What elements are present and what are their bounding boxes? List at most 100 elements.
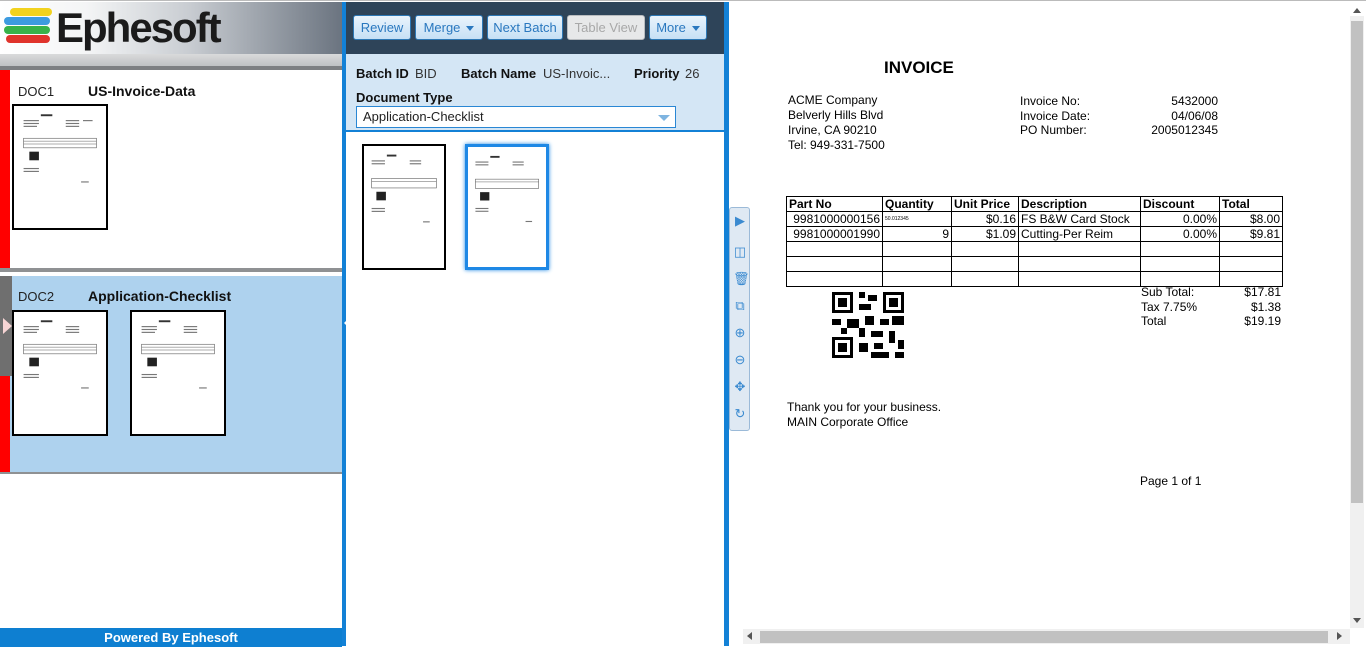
table-cell: 0.00% xyxy=(1140,211,1220,227)
page-thumbnail[interactable] xyxy=(12,310,108,436)
doc-flag xyxy=(0,70,10,268)
doc-name: Application-Checklist xyxy=(88,288,232,304)
invoice-line-items-table: Part No Quantity Unit Price Description … xyxy=(786,196,1283,287)
page-number: Page 1 of 1 xyxy=(1140,474,1202,488)
batch-name-label: Batch Name xyxy=(461,66,537,81)
scroll-right-icon[interactable] xyxy=(1337,632,1342,640)
table-cell: 50.012345 xyxy=(882,211,952,227)
table-row xyxy=(786,271,1283,287)
table-cell: $9.81 xyxy=(1219,226,1283,242)
priority-value: 26 xyxy=(685,66,700,81)
column-header: Total xyxy=(1219,196,1283,212)
invoice-thumbnail-image xyxy=(475,155,539,223)
review-button[interactable]: Review xyxy=(353,15,411,40)
office-text: MAIN Corporate Office xyxy=(787,415,909,429)
document-type-label: Document Type xyxy=(356,90,453,105)
document-tree-panel: Ephesoft DOC1 US-Invoice-Data DOC2 Appli… xyxy=(0,2,342,647)
company-line: ACME Company xyxy=(788,93,878,107)
page-thumbnail[interactable] xyxy=(362,144,446,270)
table-row xyxy=(786,241,1283,257)
thanks-text: Thank you for your business. xyxy=(787,400,942,414)
trash-icon[interactable]: 🗑 xyxy=(733,272,750,286)
invoice-thumbnail-image xyxy=(371,154,437,223)
company-line: Irvine, CA 90210 xyxy=(788,123,877,137)
column-header: Part No xyxy=(786,196,883,212)
qr-code-icon xyxy=(832,292,904,358)
invoice-meta-label: Invoice No: xyxy=(1020,94,1081,108)
table-header-row: Part No Quantity Unit Price Description … xyxy=(786,196,1283,212)
toolbar: Review Merge Next Batch Table View More xyxy=(346,2,724,54)
invoice-meta-value: 2005012345 xyxy=(1151,123,1218,137)
invoice-thumbnail-image xyxy=(23,114,97,183)
logo-icon xyxy=(4,8,52,48)
chevron-down-icon xyxy=(466,26,475,32)
invoice-meta-value: 5432000 xyxy=(1171,94,1218,108)
chevron-down-icon xyxy=(691,26,700,32)
next-batch-button[interactable]: Next Batch xyxy=(487,15,563,40)
page-thumbnail[interactable] xyxy=(130,310,226,436)
scroll-up-icon[interactable] xyxy=(1353,8,1361,13)
column-header: Unit Price xyxy=(951,196,1019,212)
batch-id-label: Batch ID xyxy=(356,66,409,81)
play-icon[interactable]: ▶ xyxy=(733,214,747,228)
review-label: Review xyxy=(360,20,404,35)
merge-button[interactable]: Merge xyxy=(415,15,483,40)
document-item-doc1[interactable]: DOC1 US-Invoice-Data xyxy=(0,70,342,272)
doc-id: DOC2 xyxy=(18,289,55,304)
totals-value: $19.19 xyxy=(1244,314,1281,328)
merge-label: Merge xyxy=(423,20,461,35)
totals-label: Sub Total: xyxy=(1141,285,1195,299)
table-cell: $1.09 xyxy=(951,226,1019,242)
batch-info: Batch ID BID Batch Name US-Invoic... Pri… xyxy=(346,54,724,132)
column-header: Quantity xyxy=(882,196,952,212)
table-cell: Cutting-Per Reim xyxy=(1018,226,1141,242)
zoom-in-icon[interactable]: ⊕ xyxy=(733,326,747,340)
table-view-button[interactable]: Table View xyxy=(567,15,645,40)
totals-label: Tax 7.75% xyxy=(1141,300,1198,314)
invoice-title: INVOICE xyxy=(884,58,954,77)
document-item-doc2[interactable]: DOC2 Application-Checklist xyxy=(0,276,342,474)
column-header: Description xyxy=(1018,196,1141,212)
priority-label: Priority xyxy=(634,66,680,81)
invoice-thumbnail-image xyxy=(23,320,97,389)
table-cell: 9 xyxy=(882,226,952,242)
move-icon[interactable]: ✥ xyxy=(733,380,747,394)
logo-text: Ephesoft xyxy=(56,4,222,51)
logo-bar: Ephesoft xyxy=(0,2,342,54)
next-batch-label: Next Batch xyxy=(493,20,557,35)
document-type-select[interactable]: Application-Checklist xyxy=(356,106,676,128)
copy-icon[interactable]: ⧉ xyxy=(733,299,747,313)
split-icon[interactable]: ◫ xyxy=(733,245,747,259)
selected-indicator-icon xyxy=(0,276,12,376)
horizontal-scrollbar-thumb[interactable] xyxy=(760,631,1328,643)
totals-value: $1.38 xyxy=(1250,300,1281,314)
powered-by-footer: Powered By Ephesoft xyxy=(0,628,342,647)
table-cell: 9981000000156 xyxy=(786,211,883,227)
batch-id-value: BID xyxy=(415,66,437,81)
page-thumbnail[interactable] xyxy=(12,104,108,230)
batch-panel: Review Merge Next Batch Table View More … xyxy=(346,2,724,646)
zoom-out-icon[interactable]: ⊖ xyxy=(733,353,747,367)
table-cell: FS B&W Card Stock xyxy=(1018,211,1141,227)
table-row xyxy=(786,256,1283,272)
app-root: Ephesoft DOC1 US-Invoice-Data DOC2 Appli… xyxy=(0,0,1366,647)
table-view-label: Table View xyxy=(574,20,638,35)
doc-name: US-Invoice-Data xyxy=(88,83,196,99)
totals-value: $17.81 xyxy=(1244,285,1281,299)
table-cell: 9981000001990 xyxy=(786,226,883,242)
company-line: Belverly Hills Blvd xyxy=(788,108,884,122)
table-row: 9981000000156 50.012345 $0.16 FS B&W Car… xyxy=(786,211,1283,227)
rotate-icon[interactable]: ↻ xyxy=(733,407,747,421)
document-type-value: Application-Checklist xyxy=(363,109,484,124)
scroll-left-icon[interactable] xyxy=(747,632,752,640)
table-row: 9981000001990 9 $1.09 Cutting-Per Reim 0… xyxy=(786,226,1283,242)
more-label: More xyxy=(656,20,686,35)
invoice-meta-value: 04/06/08 xyxy=(1171,109,1218,123)
vertical-scrollbar-thumb[interactable] xyxy=(1351,21,1363,503)
scroll-down-icon[interactable] xyxy=(1353,618,1361,623)
column-header: Discount xyxy=(1140,196,1220,212)
doc-id: DOC1 xyxy=(18,84,55,99)
page-thumbnail-selected[interactable] xyxy=(465,144,549,270)
viewer-toolbar: ▶ ◫ 🗑 ⧉ ⊕ ⊖ ✥ ↻ xyxy=(729,207,750,431)
more-button[interactable]: More xyxy=(649,15,707,40)
